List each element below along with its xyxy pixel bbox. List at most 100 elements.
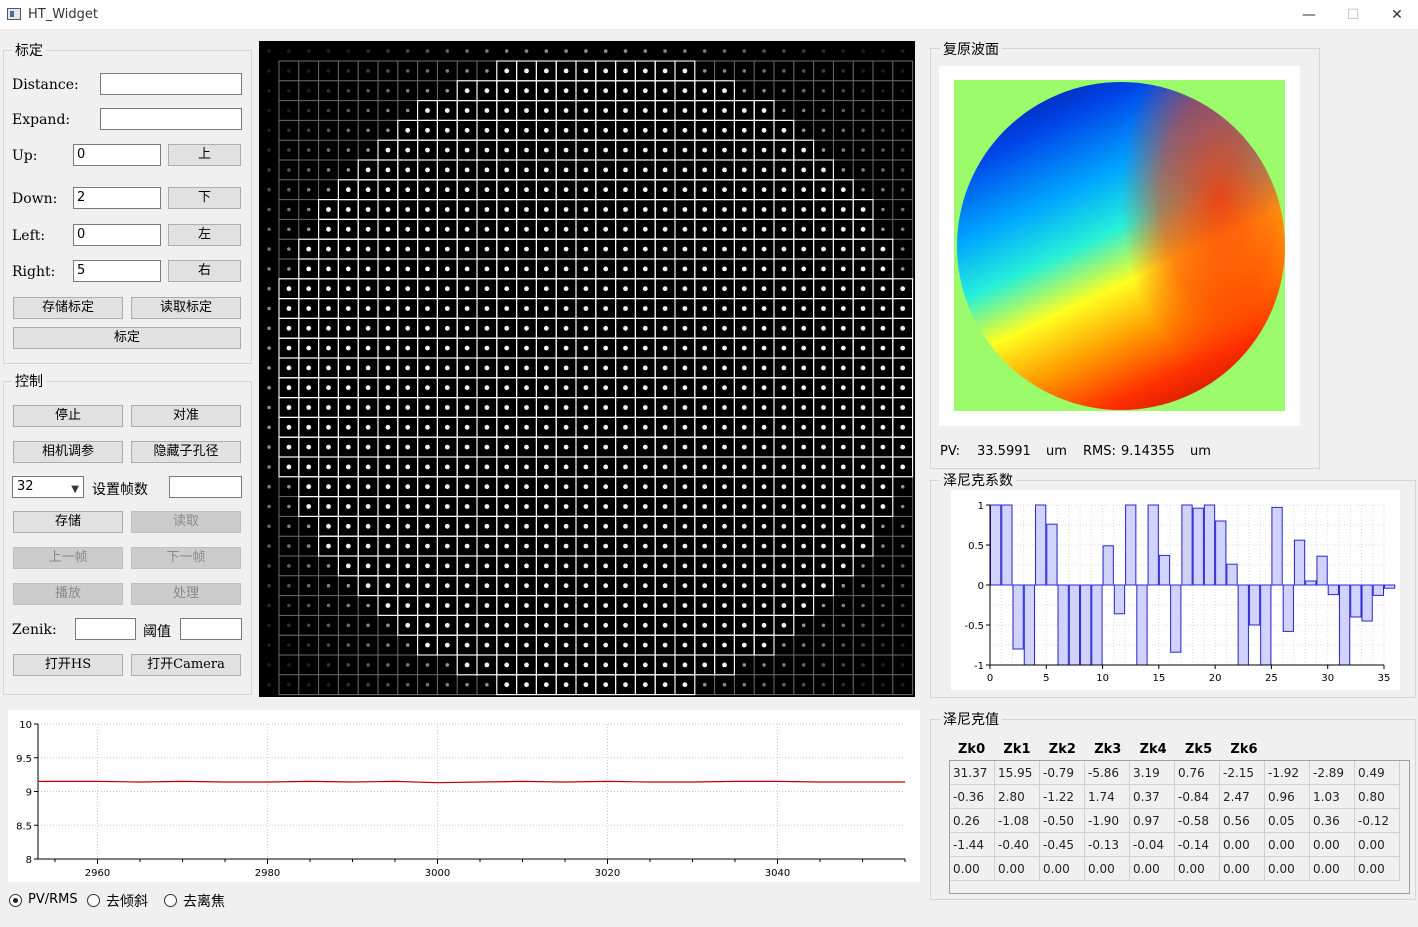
zernike-value-cell[interactable]: 0.00 bbox=[1175, 857, 1220, 881]
spot bbox=[781, 365, 787, 371]
distance-input[interactable] bbox=[100, 73, 242, 95]
spot bbox=[484, 246, 490, 252]
zernike-value-cell[interactable]: 0.26 bbox=[950, 809, 995, 833]
open-camera-button[interactable]: 打开Camera bbox=[131, 654, 241, 676]
zernike-value-cell[interactable]: 3.19 bbox=[1130, 761, 1175, 785]
zernike-value-cell[interactable]: 0.00 bbox=[1130, 857, 1175, 881]
zernike-value-cell[interactable]: -0.50 bbox=[1040, 809, 1085, 833]
zernike-value-cell[interactable]: -0.84 bbox=[1175, 785, 1220, 809]
align-button[interactable]: 对准 bbox=[131, 405, 241, 427]
zernike-value-cell[interactable]: 0.00 bbox=[1265, 833, 1310, 857]
left-input[interactable]: 0 bbox=[73, 224, 161, 246]
zernike-value-cell[interactable]: -0.13 bbox=[1085, 833, 1130, 857]
spot bbox=[267, 168, 271, 172]
stop-button[interactable]: 停止 bbox=[13, 405, 123, 427]
camera-view[interactable] bbox=[259, 41, 915, 697]
zernike-value-cell[interactable]: 1.74 bbox=[1085, 785, 1130, 809]
spot bbox=[543, 365, 549, 371]
right-input[interactable]: 5 bbox=[73, 260, 161, 282]
zernike-value-cell[interactable]: 0.00 bbox=[950, 857, 995, 881]
up-input[interactable]: 0 bbox=[73, 144, 161, 166]
camera-settings-button[interactable]: 相机调参 bbox=[13, 441, 123, 463]
store-button[interactable]: 存储 bbox=[13, 511, 123, 533]
remove-tilt-radio-label[interactable]: 去倾斜 bbox=[106, 891, 148, 911]
zernike-value-cell[interactable]: -1.22 bbox=[1040, 785, 1085, 809]
zernike-value-cell[interactable]: -2.15 bbox=[1220, 761, 1265, 785]
zernike-value-cell[interactable]: 0.76 bbox=[1175, 761, 1220, 785]
read-button[interactable]: 读取 bbox=[131, 511, 241, 533]
open-hs-button[interactable]: 打开HS bbox=[13, 654, 123, 676]
load-calibration-button[interactable]: 读取标定 bbox=[131, 297, 241, 319]
maximize-button[interactable]: ☐ bbox=[1330, 0, 1376, 30]
spot bbox=[287, 207, 291, 212]
spot bbox=[524, 88, 529, 94]
save-calibration-button[interactable]: 存储标定 bbox=[13, 297, 123, 319]
zernike-value-cell[interactable]: 0.96 bbox=[1265, 785, 1310, 809]
zernike-value-cell[interactable]: 0.00 bbox=[995, 857, 1040, 881]
zernike-value-cell[interactable]: 0.49 bbox=[1355, 761, 1400, 785]
zernike-value-cell[interactable]: 31.37 bbox=[950, 761, 995, 785]
play-button[interactable]: 播放 bbox=[13, 583, 123, 605]
zernike-value-cell[interactable]: -0.45 bbox=[1040, 833, 1085, 857]
zernike-value-cell[interactable]: -1.44 bbox=[950, 833, 995, 857]
zernike-value-cell[interactable]: 0.00 bbox=[1265, 857, 1310, 881]
zernike-value-cell[interactable]: -1.92 bbox=[1265, 761, 1310, 785]
zernike-value-cell[interactable]: -0.14 bbox=[1175, 833, 1220, 857]
zernike-value-cell[interactable]: -0.40 bbox=[995, 833, 1040, 857]
spot bbox=[781, 444, 787, 450]
next-frame-button[interactable]: 下一帧 bbox=[131, 547, 241, 569]
zernike-value-cell[interactable]: 0.00 bbox=[1310, 833, 1355, 857]
zernike-value-cell[interactable]: 0.00 bbox=[1355, 833, 1400, 857]
zernike-value-cell[interactable]: -0.12 bbox=[1355, 809, 1400, 833]
right-button[interactable]: 右 bbox=[168, 260, 241, 282]
zernike-value-cell[interactable]: 0.37 bbox=[1130, 785, 1175, 809]
minimize-button[interactable]: — bbox=[1286, 0, 1332, 30]
zenik-input[interactable] bbox=[75, 618, 136, 640]
zernike-value-cell[interactable]: 1.03 bbox=[1310, 785, 1355, 809]
zernike-value-cell[interactable]: 0.97 bbox=[1130, 809, 1175, 833]
spot bbox=[702, 88, 708, 94]
close-button[interactable]: ✕ bbox=[1374, 0, 1418, 30]
up-button[interactable]: 上 bbox=[168, 144, 241, 166]
zernike-value-cell[interactable]: 0.56 bbox=[1220, 809, 1265, 833]
zernike-value-cell[interactable]: -0.58 bbox=[1175, 809, 1220, 833]
down-input[interactable]: 2 bbox=[73, 187, 161, 209]
zernike-value-cell[interactable]: 0.36 bbox=[1310, 809, 1355, 833]
zernike-value-cell[interactable]: -2.89 bbox=[1310, 761, 1355, 785]
zernike-value-cell[interactable]: 0.05 bbox=[1265, 809, 1310, 833]
hide-subaperture-button[interactable]: 隐藏子孔径 bbox=[131, 441, 241, 463]
zernike-values-table[interactable]: 31.37 15.95 -0.79 -5.86 3.19 0.76 -2.15 -1.92 -2… bbox=[949, 760, 1410, 894]
process-button[interactable]: 处理 bbox=[131, 583, 241, 605]
zernike-value-cell[interactable]: 0.00 bbox=[1310, 857, 1355, 881]
zernike-value-cell[interactable]: -5.86 bbox=[1085, 761, 1130, 785]
pvrms-radio[interactable] bbox=[9, 894, 22, 907]
remove-tilt-radio[interactable] bbox=[87, 894, 100, 907]
zernike-value-cell[interactable]: 0.00 bbox=[1220, 857, 1265, 881]
zernike-value-cell[interactable]: -0.79 bbox=[1040, 761, 1085, 785]
zernike-value-cell[interactable]: 15.95 bbox=[995, 761, 1040, 785]
left-button[interactable]: 左 bbox=[168, 224, 241, 246]
previous-frame-button[interactable]: 上一帧 bbox=[13, 547, 123, 569]
zernike-value-cell[interactable]: 0.00 bbox=[1040, 857, 1085, 881]
remove-defocus-radio-label[interactable]: 去离焦 bbox=[183, 891, 225, 911]
pvrms-radio-label[interactable]: PV/RMS bbox=[28, 892, 78, 907]
zernike-value-cell[interactable]: 0.00 bbox=[1220, 833, 1265, 857]
zernike-value-cell[interactable]: 2.47 bbox=[1220, 785, 1265, 809]
spot bbox=[761, 127, 767, 133]
down-button[interactable]: 下 bbox=[168, 187, 241, 209]
zernike-value-cell[interactable]: 0.00 bbox=[1085, 857, 1130, 881]
remove-defocus-radio[interactable] bbox=[164, 894, 177, 907]
zernike-value-cell[interactable]: -0.36 bbox=[950, 785, 995, 809]
spot bbox=[761, 523, 767, 529]
frame-count-input[interactable] bbox=[169, 476, 242, 498]
zernike-value-cell[interactable]: 0.00 bbox=[1355, 857, 1400, 881]
threshold-input[interactable] bbox=[180, 618, 242, 640]
zernike-value-cell[interactable]: 0.80 bbox=[1355, 785, 1400, 809]
frame-count-select[interactable]: 32 ▼ bbox=[12, 476, 84, 498]
zernike-value-cell[interactable]: -1.08 bbox=[995, 809, 1040, 833]
expand-input[interactable] bbox=[100, 108, 242, 130]
zernike-value-cell[interactable]: -1.90 bbox=[1085, 809, 1130, 833]
zernike-value-cell[interactable]: 2.80 bbox=[995, 785, 1040, 809]
zernike-value-cell[interactable]: -0.04 bbox=[1130, 833, 1175, 857]
calibrate-button[interactable]: 标定 bbox=[13, 327, 241, 349]
